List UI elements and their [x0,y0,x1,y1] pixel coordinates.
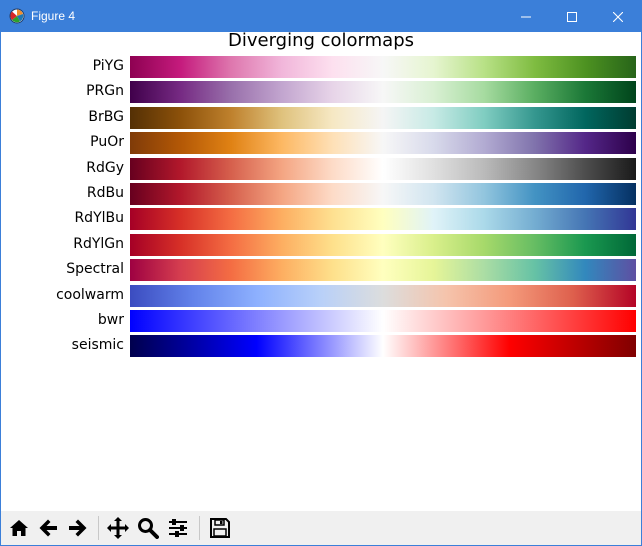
toolbar-separator [98,516,99,540]
matplotlib-app-icon [9,8,25,24]
pan-button[interactable] [105,515,131,541]
colormap-gradient-bar [130,208,636,231]
figure-title: Diverging colormaps [227,30,415,51]
zoom-button[interactable] [135,515,161,541]
colormap-row-rdylgn: RdYlGn [1,233,641,256]
colormap-gradient-bar [130,132,636,155]
colormap-label: PiYG [92,58,124,74]
colormap-row-rdbu: RdBu [1,183,641,205]
close-icon [613,11,623,22]
colormap-gradient-bar [130,233,636,256]
colormap-gradient-bar [130,56,636,78]
colormap-row-puor: PuOr [1,132,641,155]
colormap-label: RdYlBu [74,210,124,227]
colormap-row-prgn: PRGn [1,81,641,104]
home-icon [10,520,28,536]
colormap-row-brbg: BrBG [1,106,641,129]
colormap-gradient-bar [130,81,636,104]
colormap-gradient-bar [130,259,636,282]
colormap-label: PRGn [86,83,124,100]
title-bar[interactable]: Figure 4 [1,1,641,32]
colormap-row-seismic: seismic [1,335,641,358]
save-button[interactable] [207,515,233,541]
window-title: Figure 4 [31,9,76,23]
figure-window: Figure 4 Diverging colormaps PiYG PRGn BrB… [0,0,642,546]
save-icon [210,518,230,538]
colormap-label: bwr [97,312,124,328]
zoom-icon [138,518,159,539]
minimize-icon [521,16,531,17]
colormap-label: PuOr [90,134,124,151]
colormap-row-coolwarm: coolwarm [1,284,641,307]
pan-icon [107,517,129,539]
colormap-gradient-bar [130,335,636,358]
subplots-button[interactable] [165,515,191,541]
colormap-row-piyg: PiYG [1,56,641,78]
colormap-gradient-bar [130,157,636,180]
close-button[interactable] [595,1,641,32]
subplots-icon [169,519,187,537]
figure-canvas[interactable]: Diverging colormaps PiYG PRGn BrBG PuOr RdGy… [1,30,641,510]
colormap-label: RdYlGn [73,235,124,252]
forward-arrow-icon [69,519,87,537]
maximize-button[interactable] [549,1,595,32]
minimize-button[interactable] [503,1,549,32]
colormap-label: coolwarm [56,286,124,303]
forward-button[interactable] [64,515,90,541]
colormap-label: RdBu [86,185,124,201]
colormap-label: BrBG [88,108,124,125]
back-button[interactable] [36,515,62,541]
colormap-row-spectral: Spectral [1,259,641,282]
colormap-row-rdgy: RdGy [1,157,641,180]
maximize-icon [567,11,577,22]
colormap-label: Spectral [66,261,124,278]
colormap-label: RdGy [86,159,124,176]
colormap-gradient-bar [130,106,636,129]
colormap-label: seismic [71,337,124,354]
back-arrow-icon [39,519,57,537]
colormap-gradient-bar [130,310,636,332]
home-button[interactable] [6,515,32,541]
colormap-gradient-bar [130,284,636,307]
toolbar-separator [199,516,200,540]
navigation-toolbar [1,511,641,545]
colormap-row-bwr: bwr [1,310,641,332]
colormap-gradient-bar [130,183,636,205]
colormap-row-rdylbu: RdYlBu [1,208,641,231]
